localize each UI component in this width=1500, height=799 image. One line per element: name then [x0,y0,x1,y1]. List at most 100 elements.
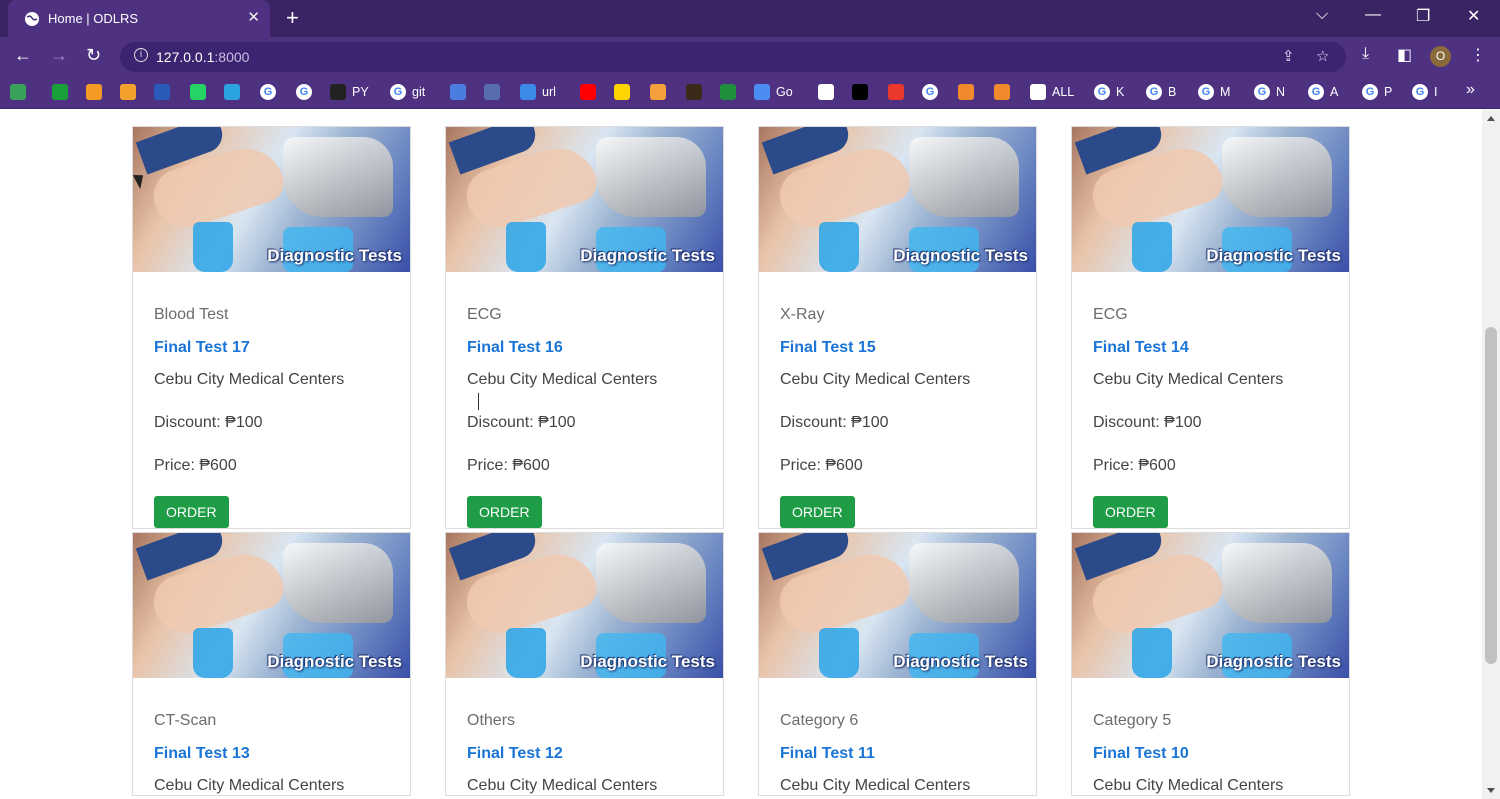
tab-strip: Home | ODLRS ✕ + ⌵ — ❐ ✕ [0,0,1500,37]
card-body: CT-Scan Final Test 13 Cebu City Medical Ce… [133,712,410,795]
close-window-button[interactable]: ✕ [1467,6,1480,26]
bookmark-item[interactable]: GI [1412,83,1437,101]
bookmark-item[interactable]: GM [1198,83,1230,101]
bookmark-item[interactable]: GP [1362,83,1392,101]
test-name-link[interactable]: Final Test 15 [780,339,1015,357]
test-card: Diagnostic Tests Category 5 Final Test 10 C… [1071,532,1350,796]
image-caption: Diagnostic Tests [580,652,715,671]
flask-shape [1132,222,1172,272]
bookmark-icon-blue [450,84,466,100]
test-name-link[interactable]: Final Test 10 [1093,745,1328,763]
google-icon: G [1254,84,1270,100]
test-category: Others [467,712,516,729]
bookmark-item[interactable] [154,83,176,101]
bookmark-item[interactable] [686,83,708,101]
card-body: ECG Final Test 16 Cebu City Medical Center… [446,306,723,528]
medical-center: Cebu City Medical Centers [154,777,345,794]
bookmark-item[interactable]: G [260,83,282,101]
bookmark-item[interactable]: ALL [1030,83,1074,101]
bookmark-item[interactable]: GK [1094,83,1124,101]
bookmark-item[interactable]: G [296,83,318,101]
bookmark-item[interactable] [484,83,506,101]
site-info-icon[interactable]: i [134,48,148,62]
page-scrollbar[interactable] [1482,110,1500,799]
price-text: Price: ₱600 [467,457,550,474]
bookmark-icon-chart [120,84,136,100]
bookmark-item[interactable] [224,83,246,101]
bookmark-item[interactable]: Ggit [390,83,425,101]
bookmark-item[interactable]: Go [754,83,793,101]
bookmark-item[interactable] [650,83,672,101]
profile-avatar[interactable]: O [1430,46,1451,67]
bookmark-star-icon[interactable]: ☆ [1316,47,1329,65]
test-name-link[interactable]: Final Test 13 [154,745,389,763]
tab-search-icon[interactable]: ⌵ [1316,6,1328,24]
medical-center: Cebu City Medical Centers [154,371,345,388]
bookmark-item[interactable] [10,83,32,101]
scrollbar-thumb[interactable] [1485,327,1497,664]
more-bookmarks-icon[interactable]: » [1466,81,1475,99]
order-button[interactable]: ORDER [780,496,855,528]
forward-icon[interactable]: → [50,45,68,66]
flask-shape [819,222,859,272]
bookmark-item[interactable]: PY [330,83,369,101]
test-name-link[interactable]: Final Test 16 [467,339,702,357]
text-cursor-icon [478,393,480,410]
minimize-button[interactable]: — [1365,6,1381,24]
bookmark-item[interactable] [720,83,742,101]
google-icon: G [1362,84,1378,100]
order-button[interactable]: ORDER [467,496,542,528]
back-icon[interactable]: ← [14,45,32,66]
bookmark-item[interactable]: GN [1254,83,1285,101]
bookmark-item[interactable]: url [520,83,556,101]
reload-icon[interactable]: ↻ [86,45,101,66]
bookmark-item[interactable] [852,83,874,101]
bookmark-item[interactable] [580,83,602,101]
test-category: X-Ray [780,306,825,323]
url-text[interactable]: 127.0.0.1:8000 [156,49,249,65]
test-name-link[interactable]: Final Test 12 [467,745,702,763]
bookmark-icon-ring [720,84,736,100]
globe-icon [1030,84,1046,100]
new-tab-button[interactable]: + [286,5,299,31]
bookmark-item[interactable] [86,83,108,101]
tab-close-icon[interactable]: ✕ [247,8,260,26]
test-name-link[interactable]: Final Test 14 [1093,339,1328,357]
bookmark-item[interactable] [818,83,840,101]
share-icon[interactable]: ⇪ [1282,47,1295,65]
youtube-icon [580,84,596,100]
address-bar[interactable]: i 127.0.0.1:8000 ⇪ ☆ [120,42,1346,72]
restore-button[interactable]: ❐ [1416,6,1430,26]
scroll-up-icon[interactable] [1487,116,1495,121]
google-icon: G [1412,84,1428,100]
download-icon[interactable]: ⤓ [1362,45,1369,63]
side-panel-icon[interactable]: ◧ [1397,45,1412,65]
bookmark-item[interactable] [120,83,142,101]
bookmark-item[interactable] [958,83,980,101]
scroll-down-icon[interactable] [1487,788,1495,793]
price-text: Price: ₱600 [154,457,237,474]
flask-shape [506,222,546,272]
url-host: 127.0.0.1 [156,49,215,65]
bookmark-item[interactable]: G [922,83,944,101]
order-button[interactable]: ORDER [154,496,229,528]
bookmark-icon-green [10,84,26,100]
bookmark-item[interactable]: GB [1146,83,1176,101]
bookmark-item[interactable] [190,83,212,101]
diagnostic-tests-image: Diagnostic Tests [759,127,1036,272]
bookmark-icon-calendar [484,84,500,100]
bookmark-item[interactable] [614,83,636,101]
bookmark-item[interactable] [450,83,472,101]
test-name-link[interactable]: Final Test 17 [154,339,389,357]
google-icon: G [390,84,406,100]
test-card: Diagnostic Tests Blood Test Final Test 17 C… [132,126,411,529]
url-port: :8000 [214,49,250,65]
bookmark-item[interactable] [52,83,74,101]
bookmark-item[interactable] [994,83,1016,101]
order-button[interactable]: ORDER [1093,496,1168,528]
active-tab[interactable]: Home | ODLRS ✕ [8,0,270,37]
menu-kebab-icon[interactable]: ⋮ [1470,45,1486,65]
bookmark-item[interactable] [888,83,910,101]
bookmark-item[interactable]: GA [1308,83,1338,101]
test-name-link[interactable]: Final Test 11 [780,745,1015,763]
